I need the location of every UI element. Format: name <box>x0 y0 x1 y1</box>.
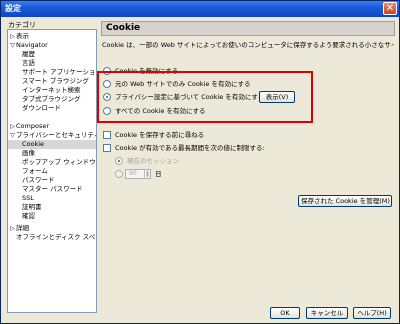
days-unit-label: 日 <box>155 170 162 178</box>
sidebar-item-label: ダウンロード <box>22 104 61 112</box>
radio-current-session[interactable]: 現在のセッション <box>115 156 179 166</box>
sidebar-item-4[interactable]: サポート アプリケーション <box>8 68 96 77</box>
sidebar-item-10[interactable]: ▽プライバシーとセキュリティ <box>8 131 96 140</box>
sidebar-item-6[interactable]: インターネット検索 <box>8 86 96 95</box>
category-tree[interactable]: ▷表示 ▽Navigator 履歴 言語 サポート アプリケーション スマート ブラウジン… <box>7 29 97 313</box>
radio-icon[interactable] <box>115 170 123 178</box>
checkbox-icon[interactable] <box>103 144 111 152</box>
sidebar-item-1[interactable]: ▽Navigator <box>8 41 96 50</box>
sidebar-item-label: オフラインとディスク スペース <box>16 233 96 241</box>
sidebar-item-label: 証明書 <box>22 203 42 211</box>
sidebar-item-label: フォーム <box>22 167 48 175</box>
sidebar-item-label: プライバシーとセキュリティ <box>16 131 97 139</box>
sidebar-item-label: Cookie <box>22 140 45 148</box>
spinner-arrows-icon[interactable]: ▲ ▼ <box>144 170 150 178</box>
expanded-icon[interactable]: ▽ <box>9 41 16 50</box>
collapsed-icon[interactable]: ▷ <box>9 32 16 41</box>
sidebar-item-0[interactable]: ▷表示 <box>8 32 96 41</box>
sidebar-item-label: 画像 <box>22 149 35 157</box>
sidebar-item-label: タブ式ブラウジング <box>22 95 81 103</box>
close-icon: ✕ <box>385 3 395 14</box>
panel-description: Cookie は、一部の Web サイトによってお使いのコンピュータに保存するよ… <box>102 41 394 49</box>
panel-title: Cookie <box>101 21 395 36</box>
sidebar-item-19[interactable]: 確認 <box>8 212 96 221</box>
highlight-box <box>97 71 313 123</box>
sidebar-item-3[interactable]: 言語 <box>8 59 96 68</box>
collapsed-icon[interactable]: ▷ <box>9 122 16 131</box>
limit-lifetime-checkbox[interactable]: Cookie が有効である最長期間を次の値に制限する: <box>103 143 265 153</box>
days-spinner[interactable]: 90 ▲ ▼ <box>125 169 151 179</box>
ok-button[interactable]: OK <box>270 307 300 319</box>
sidebar-item-17[interactable]: SSL <box>8 194 96 203</box>
sidebar-item-label: Composer <box>16 122 50 130</box>
sidebar-item-7[interactable]: タブ式ブラウジング <box>8 95 96 104</box>
window-title: 設定 <box>5 4 21 13</box>
sidebar-item-label: ポップアップ ウィンドウ <box>22 158 96 166</box>
sidebar-item-label: 詳細 <box>16 224 29 232</box>
sidebar-item-label: Navigator <box>16 41 48 49</box>
checkbox-icon[interactable] <box>103 131 111 139</box>
radio-icon[interactable] <box>115 157 123 165</box>
manage-cookies-button[interactable]: 保存された Cookie を管理(M) <box>298 195 392 207</box>
sidebar-item-label: 確認 <box>22 212 35 220</box>
sidebar-item-2[interactable]: 履歴 <box>8 50 96 59</box>
title-bar: 設定 ✕ <box>1 1 399 17</box>
sidebar-item-12[interactable]: 画像 <box>8 149 96 158</box>
expanded-icon[interactable]: ▽ <box>9 131 16 140</box>
sidebar-item-21[interactable]: オフラインとディスク スペース <box>8 233 96 242</box>
sidebar-item-label: 表示 <box>16 32 29 40</box>
sidebar-item-15[interactable]: パスワード <box>8 176 96 185</box>
cookie-panel: Cookie Cookie は、一部の Web サイトによってお使いのコンピュー… <box>101 21 395 301</box>
cancel-button[interactable]: キャンセル <box>306 307 348 319</box>
sidebar-item-13[interactable]: ポップアップ ウィンドウ <box>8 158 96 167</box>
sidebar-item-label: インターネット検索 <box>22 86 81 94</box>
sidebar-item-5[interactable]: スマート ブラウジング <box>8 77 96 86</box>
sidebar-item-label: SSL <box>22 194 34 202</box>
sidebar-item-20[interactable]: ▷詳細 <box>8 224 96 233</box>
collapsed-icon[interactable]: ▷ <box>9 224 16 233</box>
sidebar-item-label: スマート ブラウジング <box>22 77 89 85</box>
help-button[interactable]: ヘルプ(H) <box>353 307 391 319</box>
sidebar-item-9[interactable]: ▷Composer <box>8 122 96 131</box>
sidebar-item-label: 履歴 <box>22 50 35 58</box>
sidebar-item-11[interactable]: Cookie <box>8 140 96 149</box>
sidebar-item-14[interactable]: フォーム <box>8 167 96 176</box>
sidebar-item-16[interactable]: マスター パスワード <box>8 185 96 194</box>
ask-before-store-checkbox[interactable]: Cookie を保存する前に尋ねる <box>103 130 204 140</box>
settings-window: 設定 ✕ カテゴリ ▷表示 ▽Navigator 履歴 言語 サポート アプリケーション… <box>0 0 400 324</box>
sidebar-item-label: マスター パスワード <box>22 185 83 193</box>
sidebar-item-label: サポート アプリケーション <box>22 68 97 76</box>
sidebar-item-label: パスワード <box>22 176 55 184</box>
sidebar-item-18[interactable]: 証明書 <box>8 203 96 212</box>
sidebar-item-8[interactable]: ダウンロード <box>8 104 96 113</box>
close-button[interactable]: ✕ <box>383 2 397 15</box>
sidebar-item-label: 言語 <box>22 59 35 67</box>
